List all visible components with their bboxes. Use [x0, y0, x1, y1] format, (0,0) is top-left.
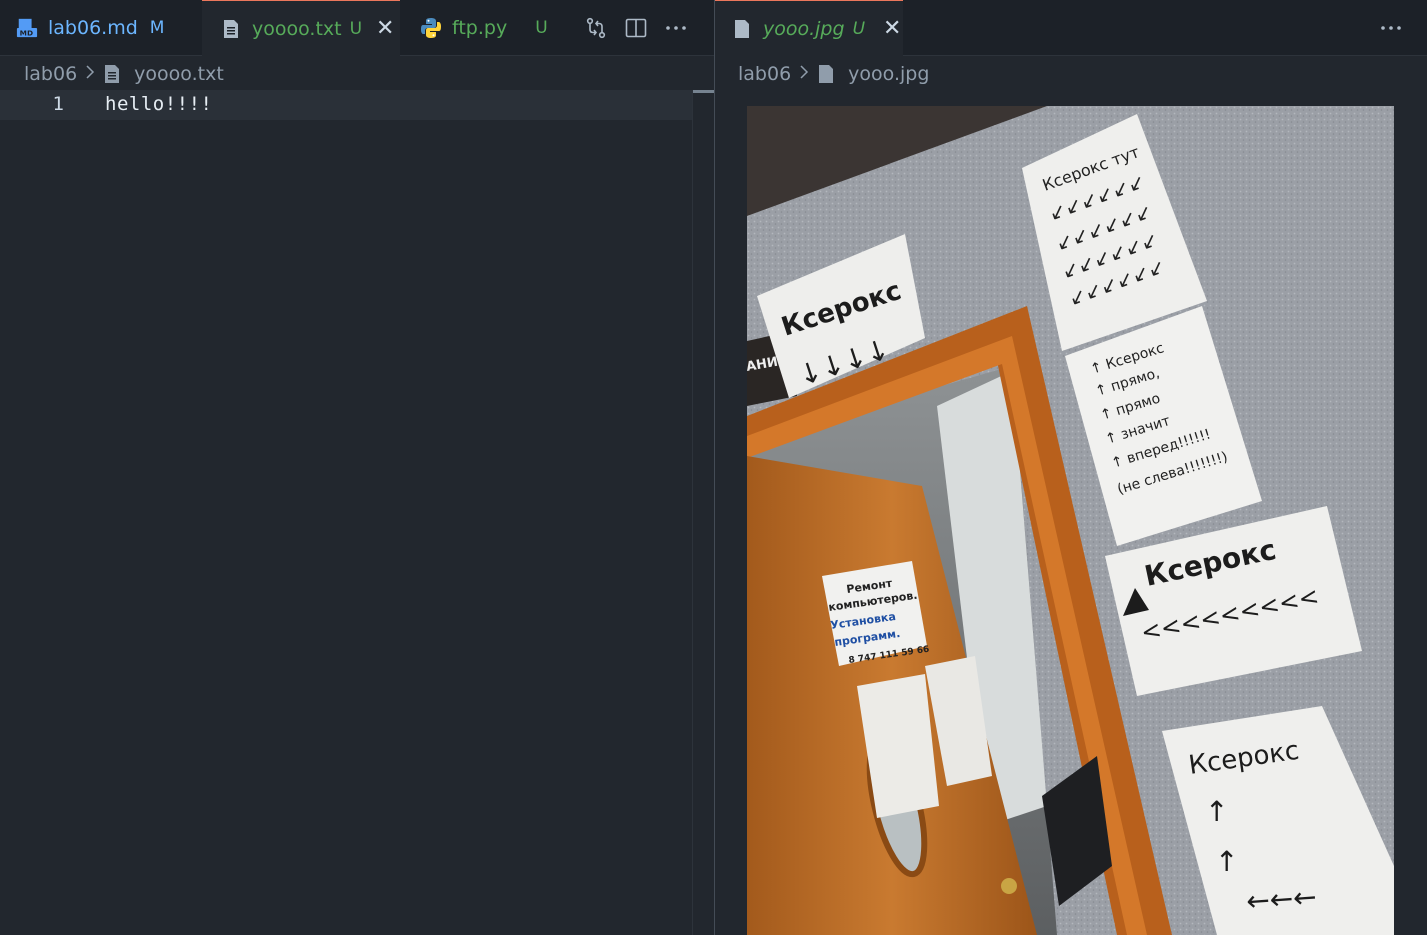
python-icon [420, 16, 442, 40]
scroll-position-indicator[interactable] [693, 90, 714, 93]
breadcrumb: lab06 yoooo.txt [24, 58, 224, 90]
svg-text:←←←: ←←← [1245, 880, 1318, 918]
breadcrumb-folder[interactable]: lab06 [738, 63, 791, 85]
image-file-icon [818, 63, 836, 85]
svg-text:MD: MD [20, 28, 33, 37]
tab-yoooo-txt[interactable]: yoooo.txt U ✕ [202, 0, 400, 56]
chevron-right-icon [799, 64, 809, 84]
breadcrumb-folder[interactable]: lab06 [24, 63, 77, 85]
left-editor-actions [576, 0, 696, 56]
close-icon[interactable]: ✕ [883, 17, 901, 40]
line-number: 1 [52, 93, 64, 115]
svg-text:↑: ↑ [1215, 845, 1238, 878]
tab-lab06-md[interactable]: MD lab06.md M [0, 0, 200, 56]
breadcrumb-file[interactable]: yooo.jpg [848, 63, 929, 85]
photo-hallway-signs: Ремонт компьютеров. Установка программ. … [747, 106, 1394, 935]
image-preview[interactable]: Ремонт компьютеров. Установка программ. … [747, 106, 1394, 935]
more-actions-icon[interactable] [656, 8, 696, 48]
text-editor[interactable]: 1 hello!!!! [0, 90, 714, 935]
text-file-icon [104, 63, 122, 85]
chevron-right-icon [85, 64, 95, 84]
left-tab-bar: MD lab06.md M yoooo.txt U ✕ ftp.py U [0, 0, 714, 56]
markdown-icon: MD [16, 16, 38, 40]
untracked-badge: U [852, 18, 866, 39]
tab-ftp-py[interactable]: ftp.py U [402, 0, 560, 56]
close-icon[interactable]: ✕ [376, 17, 394, 40]
breadcrumb-file[interactable]: yoooo.txt [134, 63, 224, 85]
open-changes-icon[interactable] [576, 8, 616, 48]
svg-text:↑: ↑ [1205, 795, 1228, 828]
untracked-badge: U [349, 18, 363, 39]
more-actions-icon[interactable] [1371, 8, 1411, 48]
tab-label: ftp.py [452, 17, 508, 39]
breadcrumb: lab06 yooo.jpg [738, 58, 929, 90]
right-editor-group: yooo.jpg U ✕ lab06 yooo.jpg Ремонт компь… [715, 0, 1427, 935]
tab-yooo-jpg[interactable]: yooo.jpg U ✕ [715, 0, 903, 56]
right-tab-bar: yooo.jpg U ✕ [715, 0, 1427, 56]
modified-badge: M [149, 18, 165, 38]
editor-line[interactable]: 1 hello!!!! [0, 90, 692, 120]
line-content[interactable]: hello!!!! [105, 93, 212, 115]
right-editor-actions [1371, 0, 1411, 56]
tab-label: yooo.jpg [763, 17, 845, 40]
vertical-scrollbar[interactable] [692, 90, 714, 935]
untracked-badge: U [535, 18, 548, 38]
left-editor-group: MD lab06.md M yoooo.txt U ✕ ftp.py U lab… [0, 0, 714, 935]
image-file-icon [731, 17, 753, 41]
tab-label: lab06.md [48, 17, 138, 39]
split-editor-icon[interactable] [616, 8, 656, 48]
tab-label: yoooo.txt [252, 17, 342, 40]
text-file-icon [220, 17, 242, 41]
